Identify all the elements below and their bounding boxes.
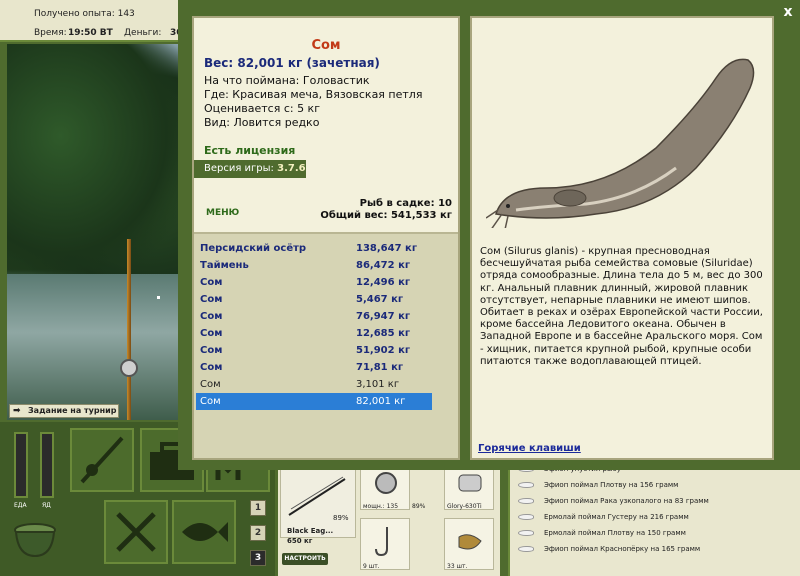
time-value: 19:50 ВТ — [68, 28, 113, 38]
rod-weight: 650 кг — [287, 537, 313, 545]
fish-bait: На что поймана: Головастик — [204, 74, 370, 87]
fish-icon — [518, 482, 534, 488]
catch-row[interactable]: Таймень 86,472 кг — [196, 257, 432, 274]
close-button[interactable]: x — [780, 4, 796, 20]
fish-icon — [518, 546, 534, 552]
fish-kind: Вид: Ловится редко — [204, 116, 320, 129]
bait-slot[interactable]: 33 шт. — [444, 518, 494, 570]
rods-icon[interactable] — [70, 428, 134, 492]
fish-description-panel: Сом (Silurus glanis) - крупная пресновод… — [470, 16, 774, 460]
log-item: Эфиоп поймал Рака узкопалого на 83 грамм — [518, 494, 709, 508]
fish-description: Сом (Silurus glanis) - крупная пресновод… — [480, 246, 763, 367]
catch-row[interactable]: Сом 51,902 кг — [196, 342, 432, 359]
catch-row[interactable]: Сом 3,101 кг — [196, 376, 432, 393]
fish-details-panel: Сом Вес: 82,001 кг (зачетная) На что пой… — [192, 16, 460, 460]
fish-icon[interactable] — [172, 500, 236, 564]
catch-row[interactable]: Сом 12,685 кг — [196, 325, 432, 342]
fishing-rod-image — [127, 239, 131, 420]
rod-slot[interactable]: Black Eag... 650 кг — [280, 468, 356, 545]
catch-row[interactable]: Персидский осётр 138,647 кг — [196, 240, 432, 257]
fish-icon — [518, 498, 534, 504]
log-item: Эфиоп поймал Плотву на 156 грамм — [518, 478, 678, 492]
poison-bar — [40, 432, 54, 498]
trees-background — [7, 44, 185, 274]
page-1-button[interactable]: 1 — [250, 500, 266, 516]
cage-weight: Общий вес: 541,533 кг — [320, 210, 452, 221]
money-label: Деньги: — [124, 28, 162, 38]
license-status: Есть лицензия — [204, 144, 296, 157]
cage-count: Рыб в садке: 10 — [359, 198, 452, 209]
fish-weight: Вес: 82,001 кг (зачетная) — [204, 56, 380, 70]
bait-count: 33 шт. — [447, 563, 468, 570]
catch-row[interactable]: Сом 76,947 кг — [196, 308, 432, 325]
fish-icon — [518, 514, 534, 520]
float-marker — [157, 296, 160, 299]
status-bar: Получено опыта: 143 Время: 19:50 ВТ День… — [0, 0, 190, 42]
food-bar — [14, 432, 28, 498]
log-item: Ермолай поймал Плотву на 150 грамм — [518, 526, 686, 540]
food-icon[interactable] — [104, 500, 168, 564]
poison-label: ЯД — [42, 502, 51, 509]
page-3-button[interactable]: 3 — [250, 550, 266, 566]
fish-place: Где: Красивая меча, Вязовская петля — [204, 88, 423, 101]
menu-button[interactable]: МЕНЮ — [206, 208, 239, 218]
catch-row[interactable]: Сом 12,496 кг — [196, 274, 432, 291]
hook-slot[interactable]: 9 шт. — [360, 518, 410, 570]
catfish-image — [486, 58, 755, 228]
fish-rated: Оценивается с: 5 кг — [204, 102, 320, 115]
game-version: Версия игры: 3.7.6 — [194, 160, 306, 178]
tournament-button[interactable]: ➡ Задание на турнир — [9, 404, 119, 418]
pot-icon[interactable] — [10, 516, 60, 560]
catch-list: Персидский осётр 138,647 кг Таймень 86,472… — [194, 232, 458, 458]
time-label: Время: — [34, 28, 67, 38]
event-log: Эфиоп упустил рыбу Эфиоп поймал Плотву н… — [508, 462, 800, 576]
tournament-label: Задание на турнир — [28, 406, 117, 415]
line-name: Glory-630Ti — [447, 503, 482, 510]
log-item: Ермолай поймал Густеру на 216 грамм — [518, 510, 689, 524]
reel-slot[interactable]: мощн.: 135 — [360, 466, 410, 510]
reel-label: мощн.: 135 — [363, 503, 399, 510]
reel-image — [120, 359, 138, 377]
fish-icon — [518, 530, 534, 536]
page-2-button[interactable]: 2 — [250, 525, 266, 541]
catch-row[interactable]: Сом 5,467 кг — [196, 291, 432, 308]
setup-button[interactable]: НАСТРОИТЬ — [282, 553, 328, 565]
rod-wear: 89% — [333, 514, 349, 522]
log-item: Эфиоп поймал Краснопёрку на 165 грамм — [518, 542, 700, 556]
catch-row-selected[interactable]: Сом 82,001 кг — [196, 393, 432, 410]
rod-name: Black Eag... — [287, 527, 334, 535]
hotkeys-link[interactable]: Горячие клавиши — [478, 443, 581, 454]
hook-count: 9 шт. — [363, 563, 380, 570]
arrow-right-icon: ➡ — [13, 406, 21, 416]
fish-name: Сом — [311, 38, 341, 53]
line-slot[interactable]: Glory-630Ti — [444, 466, 494, 510]
xp-label: Получено опыта: 143 — [34, 9, 135, 19]
fishing-scene[interactable] — [7, 44, 185, 420]
catch-row[interactable]: Сом 71,81 кг — [196, 359, 432, 376]
food-label: ЕДА — [14, 502, 27, 509]
reel-wear: 89% — [412, 503, 426, 510]
